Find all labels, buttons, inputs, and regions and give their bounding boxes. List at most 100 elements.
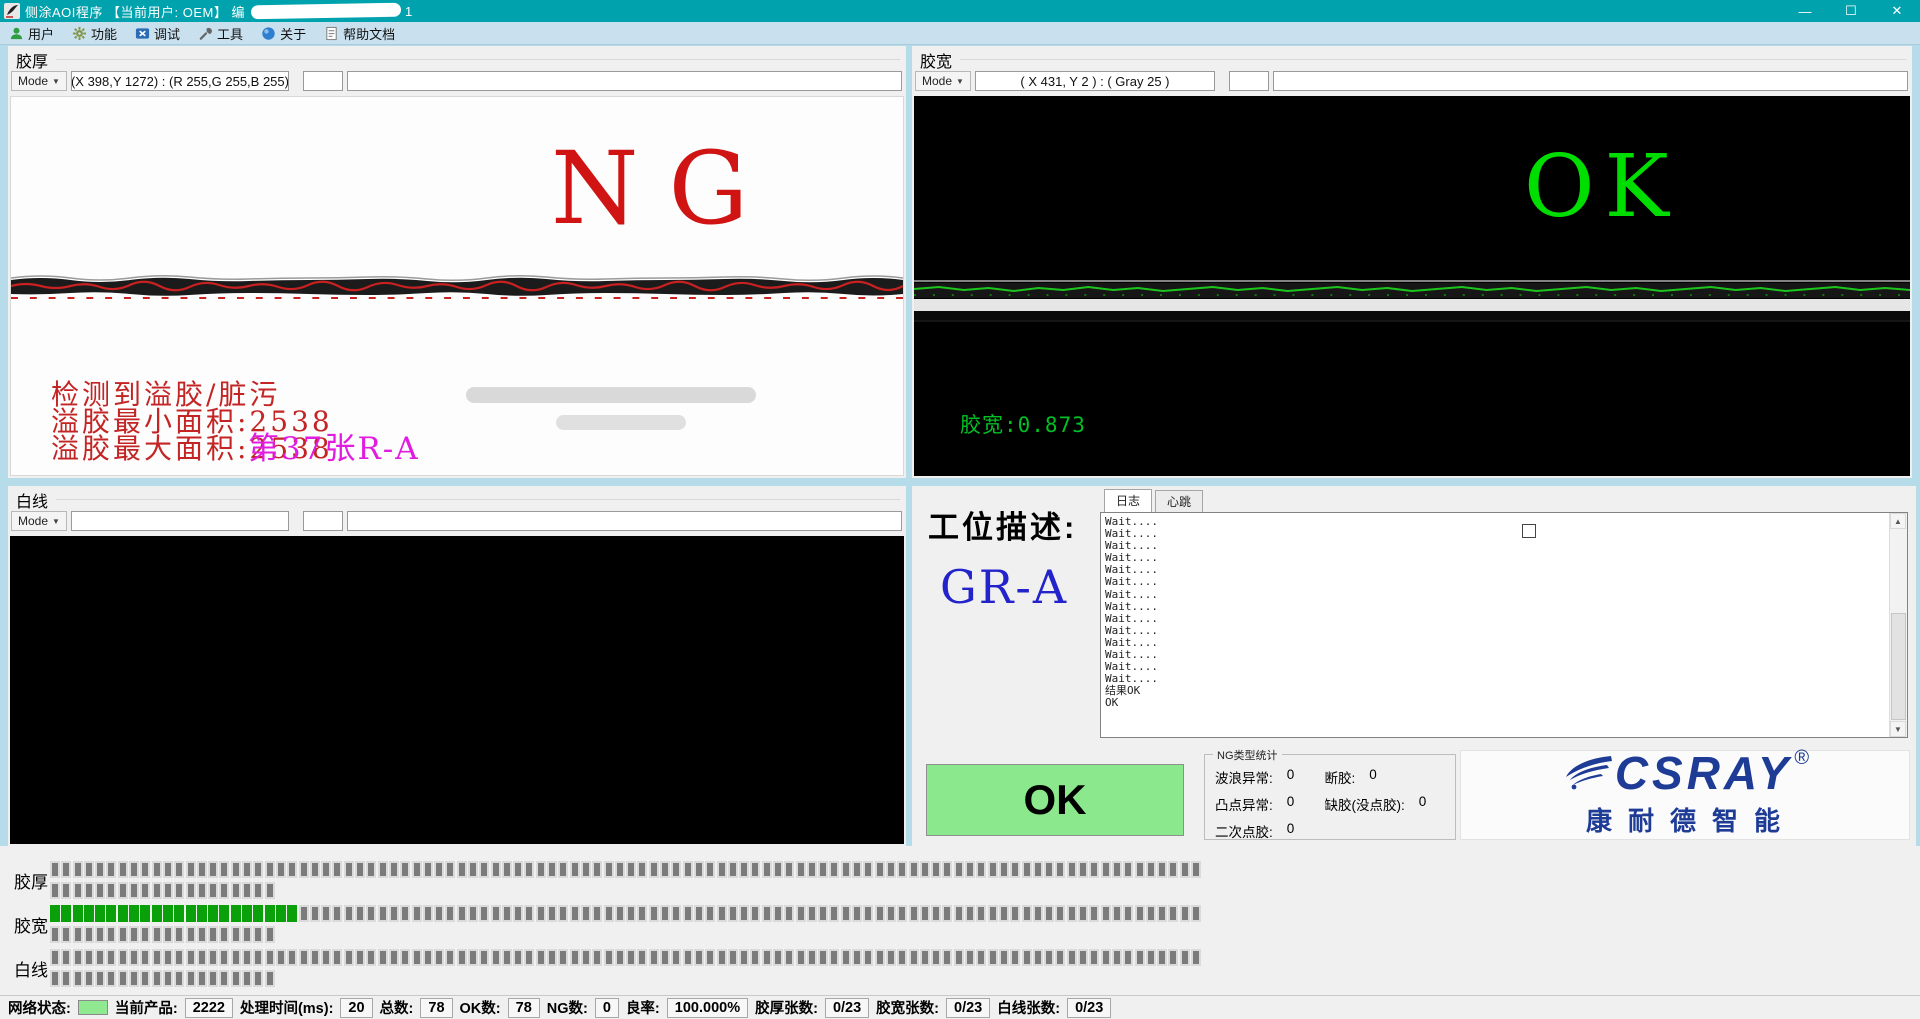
- indicator-cell: [355, 949, 365, 966]
- ng-stats-grid: 波浪异常:0断胶:0凸点异常:0缺胶(没点胶):0二次点胶:0: [1215, 767, 1451, 841]
- indicator-cell: [265, 861, 275, 878]
- indicator-cell: [1135, 949, 1145, 966]
- debug-icon: [135, 26, 150, 41]
- indicator-cell: [152, 861, 162, 878]
- menu-item-about[interactable]: 关于: [252, 22, 315, 44]
- indicator-cell: [423, 905, 433, 922]
- result-ok-button[interactable]: OK: [926, 764, 1184, 836]
- indicator-cell: [219, 905, 229, 922]
- indicator-cell: [773, 949, 783, 966]
- indicator-cell: [942, 949, 952, 966]
- indicator-cell: [570, 905, 580, 922]
- menu-item-debug[interactable]: 调试: [126, 22, 189, 44]
- indicator-row: [50, 970, 1202, 987]
- minimize-button[interactable]: —: [1782, 0, 1828, 22]
- scrollbar-thumb[interactable]: [1891, 613, 1906, 720]
- indicator-cell: [1180, 905, 1190, 922]
- indicator-cell: [954, 905, 964, 922]
- indicator-cell: [524, 949, 534, 966]
- indicator-cell: [1168, 861, 1178, 878]
- tab-日志[interactable]: 日志: [1104, 489, 1152, 512]
- indicator-cell: [445, 949, 455, 966]
- indicator-cell: [208, 861, 218, 878]
- mode-dropdown[interactable]: Mode ▼: [915, 71, 971, 91]
- indicator-cell: [1180, 861, 1190, 878]
- ng-stats-groupbox: NG类型统计 波浪异常:0断胶:0凸点异常:0缺胶(没点胶):0二次点胶:0: [1204, 754, 1456, 840]
- indicator-cell: [954, 949, 964, 966]
- maximize-button[interactable]: ☐: [1828, 0, 1874, 22]
- indicator-cell: [1022, 861, 1032, 878]
- indicator-cell: [1055, 861, 1065, 878]
- log-checkbox[interactable]: [1522, 524, 1536, 538]
- aux-field-long[interactable]: [347, 511, 902, 531]
- glue-width-measurement: 胶宽:0.873: [960, 409, 1086, 439]
- panel-glue-thickness-header: 胶厚: [8, 46, 906, 70]
- indicator-cell: [242, 861, 252, 878]
- indicator-cell: [649, 949, 659, 966]
- menu-item-user[interactable]: 用户: [0, 22, 63, 44]
- indicator-cell: [479, 861, 489, 878]
- indicator-cell: [1078, 949, 1088, 966]
- mode-dropdown[interactable]: Mode ▼: [11, 511, 67, 531]
- aux-field-long[interactable]: [1273, 71, 1908, 91]
- status-field-value: 0/23: [946, 998, 990, 1018]
- ng-stat-value: 0: [1287, 767, 1295, 787]
- indicator-cell: [242, 926, 252, 943]
- registered-mark: ®: [1794, 747, 1809, 770]
- aux-field-small[interactable]: [303, 511, 343, 531]
- indicator-cell: [84, 861, 94, 878]
- redaction-smudge: [556, 415, 686, 430]
- pixel-readout-field[interactable]: ( X 431, Y 2 ) : ( Gray 25 ): [975, 71, 1215, 91]
- glue-thickness-image[interactable]: NG 检测到溢胶/脏污 溢胶最小面积:2538 溢胶最大面积:2538 第37张…: [10, 96, 904, 476]
- white-line-image[interactable]: [10, 536, 904, 844]
- pixel-readout-field[interactable]: (X 398,Y 1272) : (R 255,G 255,B 255): [71, 71, 289, 91]
- indicator-cell: [321, 905, 331, 922]
- scroll-up-icon[interactable]: ▲: [1890, 513, 1906, 529]
- indicator-cell: [73, 882, 83, 899]
- log-scrollbar[interactable]: ▲ ▼: [1889, 513, 1907, 737]
- log-listbox[interactable]: Wait....Wait....Wait....Wait....Wait....…: [1100, 512, 1908, 738]
- indicator-cell: [592, 905, 602, 922]
- menu-item-tools[interactable]: 工具: [189, 22, 252, 44]
- ng-stat-value: 0: [1419, 794, 1427, 814]
- menu-item-function[interactable]: 功能: [63, 22, 126, 44]
- indicator-cell: [468, 949, 478, 966]
- indicator-cell: [1022, 949, 1032, 966]
- indicator-cell: [976, 861, 986, 878]
- aux-field-small[interactable]: [303, 71, 343, 91]
- scroll-down-icon[interactable]: ▼: [1890, 721, 1906, 737]
- mode-dropdown[interactable]: Mode ▼: [11, 71, 67, 91]
- network-status-label: 网络状态:: [8, 997, 71, 1018]
- indicator-cell: [988, 949, 998, 966]
- indicator-cell: [739, 861, 749, 878]
- indicator-cell: [796, 905, 806, 922]
- close-button[interactable]: ✕: [1874, 0, 1920, 22]
- indicator-cell: [118, 905, 128, 922]
- indicator-cell: [875, 861, 885, 878]
- indicator-cell: [581, 949, 591, 966]
- indicator-cell: [637, 905, 647, 922]
- indicator-cell: [287, 861, 297, 878]
- log-line: Wait....: [1105, 673, 1887, 685]
- status-field-label: 当前产品:: [115, 997, 178, 1018]
- tab-心跳[interactable]: 心跳: [1155, 490, 1203, 512]
- indicator-cell: [1101, 905, 1111, 922]
- indicator-cell: [163, 861, 173, 878]
- mode-row: Mode ▼ ( X 431, Y 2 ) : ( Gray 25 ): [912, 70, 1912, 92]
- indicator-group-label: 胶厚: [0, 868, 50, 893]
- pixel-readout-field[interactable]: [71, 511, 289, 531]
- status-field-label: NG数:: [547, 997, 588, 1018]
- indicator-cell: [909, 861, 919, 878]
- window-title-suffix: 1: [405, 4, 413, 19]
- glue-width-image[interactable]: OK 胶宽:0.873: [914, 96, 1910, 476]
- indicator-cell: [513, 861, 523, 878]
- indicator-cell: [129, 861, 139, 878]
- aux-field-small[interactable]: [1229, 71, 1269, 91]
- panel-white-line: 白线 Mode ▼: [8, 486, 906, 846]
- menu-item-helpdoc[interactable]: 帮助文档: [315, 22, 404, 44]
- indicator-cell: [942, 861, 952, 878]
- aux-field-long[interactable]: [347, 71, 902, 91]
- indicator-cell: [750, 861, 760, 878]
- divider: [56, 499, 900, 500]
- indicator-cell: [1089, 905, 1099, 922]
